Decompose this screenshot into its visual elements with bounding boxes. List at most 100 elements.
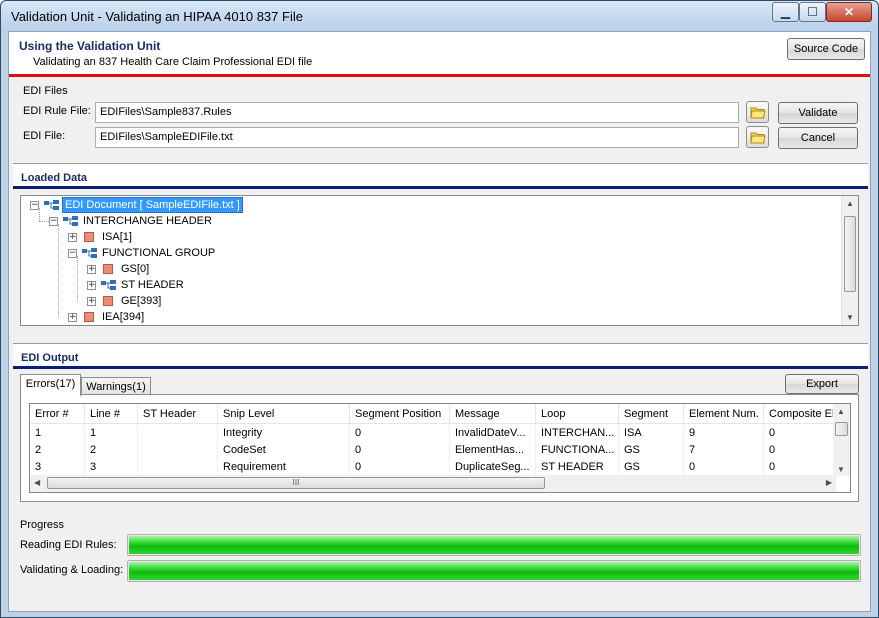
header-accent-line xyxy=(9,74,870,77)
title-bar[interactable]: Validation Unit - Validating an HIPAA 40… xyxy=(1,1,878,31)
maximize-button[interactable]: ☐ xyxy=(799,2,826,22)
column-header[interactable]: Message xyxy=(450,404,536,424)
tree-node-icon xyxy=(82,248,97,258)
table-cell: 0 xyxy=(350,459,450,476)
folder-icon xyxy=(750,132,766,144)
table-cell: ST HEADER xyxy=(536,459,619,476)
expand-icon[interactable]: + xyxy=(87,281,96,290)
scroll-left-icon[interactable]: ◀ xyxy=(34,478,40,487)
table-cell: 0 xyxy=(764,425,836,442)
folder-icon xyxy=(750,107,766,119)
edi-rule-file-input[interactable]: EDIFiles\Sample837.Rules xyxy=(95,102,739,123)
table-cell: 2 xyxy=(30,442,85,459)
edi-rule-file-label: EDI Rule File: xyxy=(23,105,91,117)
expand-icon[interactable]: + xyxy=(68,313,77,322)
table-cell: ElementHas... xyxy=(450,442,536,459)
minimize-button[interactable]: ▁ xyxy=(772,2,799,22)
edi-output-title: EDI Output xyxy=(21,352,79,364)
tree-item-label: GS[0] xyxy=(121,263,150,275)
errors-tab-panel: Error # Line # ST Header Snip Level Segm… xyxy=(20,394,859,502)
tree-vertical-scrollbar[interactable]: ▲ ▼ xyxy=(841,196,858,325)
validate-button[interactable]: Validate xyxy=(778,102,858,124)
column-header[interactable]: ST Header xyxy=(138,404,218,424)
progress-group-label: Progress xyxy=(20,519,65,531)
table-cell xyxy=(138,425,218,442)
segment-icon xyxy=(84,312,94,322)
scroll-thumb[interactable]: III xyxy=(47,477,545,489)
cancel-button[interactable]: Cancel xyxy=(778,127,858,149)
column-header[interactable]: Segment Position xyxy=(350,404,450,424)
table-cell: InvalidDateV... xyxy=(450,425,536,442)
table-cell: Integrity xyxy=(218,425,350,442)
loaded-data-tree[interactable]: − EDI Document [ SampleEDIFile.txt ] − I… xyxy=(20,195,859,326)
loaded-data-title: Loaded Data xyxy=(21,172,88,184)
column-header[interactable]: Segment xyxy=(619,404,684,424)
tree-item-label: EDI Document [ SampleEDIFile.txt ] xyxy=(62,197,243,213)
segment-icon xyxy=(103,296,113,306)
scroll-up-icon[interactable]: ▲ xyxy=(846,199,854,208)
grid-horizontal-scrollbar[interactable]: ◀ III ▶ xyxy=(30,475,836,492)
column-header[interactable]: Element Num. xyxy=(684,404,764,424)
tree-item-label: INTERCHANGE HEADER xyxy=(83,215,212,227)
collapse-icon[interactable]: − xyxy=(68,249,77,258)
table-cell: ISA xyxy=(619,425,684,442)
table-row[interactable]: 1 1 Integrity 0 InvalidDateV... INTERCHA… xyxy=(30,425,836,442)
table-cell: CodeSet xyxy=(218,442,350,459)
scroll-right-icon[interactable]: ▶ xyxy=(826,478,832,487)
reading-rules-label: Reading EDI Rules: xyxy=(20,539,117,551)
edi-output-header: EDI Output xyxy=(13,343,868,369)
browse-edi-file-button[interactable] xyxy=(746,126,769,148)
table-cell: GS xyxy=(619,459,684,476)
validating-loading-progress-bar xyxy=(127,560,861,582)
table-cell: 3 xyxy=(85,459,138,476)
expand-icon[interactable]: + xyxy=(68,233,77,242)
table-cell: 2 xyxy=(85,442,138,459)
column-header[interactable]: Error # xyxy=(30,404,85,424)
table-cell: 3 xyxy=(30,459,85,476)
table-row[interactable]: 3 3 Requirement 0 DuplicateSeg... ST HEA… xyxy=(30,459,836,476)
expand-icon[interactable]: + xyxy=(87,297,96,306)
table-cell xyxy=(138,442,218,459)
segment-icon xyxy=(84,232,94,242)
client-area: Using the Validation Unit Validating an … xyxy=(8,31,871,612)
errors-grid[interactable]: Error # Line # ST Header Snip Level Segm… xyxy=(29,403,851,493)
tree-item-label: ISA[1] xyxy=(102,231,132,243)
edi-file-label: EDI File: xyxy=(23,130,66,142)
scroll-thumb[interactable] xyxy=(844,216,856,292)
segment-icon xyxy=(103,264,113,274)
column-header[interactable]: Loop xyxy=(536,404,619,424)
scroll-down-icon[interactable]: ▼ xyxy=(837,465,845,474)
tree-item-label: GE[393] xyxy=(121,295,162,307)
table-cell xyxy=(138,459,218,476)
export-button[interactable]: Export xyxy=(785,374,859,394)
source-code-button[interactable]: Source Code xyxy=(787,38,865,60)
tree-node-icon xyxy=(44,200,59,210)
tree-connector xyxy=(39,208,40,221)
scroll-up-icon[interactable]: ▲ xyxy=(837,407,845,416)
scroll-thumb[interactable] xyxy=(835,422,848,436)
close-button[interactable]: ✕ xyxy=(826,2,872,22)
collapse-icon[interactable]: − xyxy=(30,201,39,210)
table-cell: 0 xyxy=(350,442,450,459)
expand-icon[interactable]: + xyxy=(87,265,96,274)
collapse-icon[interactable]: − xyxy=(49,217,58,226)
column-header[interactable]: Composite Ele xyxy=(764,404,836,424)
errors-grid-header: Error # Line # ST Header Snip Level Segm… xyxy=(30,404,836,424)
browse-rule-file-button[interactable] xyxy=(746,101,769,123)
tab-errors[interactable]: Errors(17) xyxy=(20,374,81,396)
validating-loading-label: Validating & Loading: xyxy=(20,564,124,576)
tree-node-icon xyxy=(63,216,78,226)
table-cell: FUNCTIONA... xyxy=(536,442,619,459)
grid-vertical-scrollbar[interactable]: ▲ ▼ xyxy=(833,404,850,476)
validation-unit-window: Validation Unit - Validating an HIPAA 40… xyxy=(0,0,879,618)
table-row[interactable]: 2 2 CodeSet 0 ElementHas... FUNCTIONA...… xyxy=(30,442,836,459)
table-cell: 9 xyxy=(684,425,764,442)
column-header[interactable]: Snip Level xyxy=(218,404,350,424)
edi-file-input[interactable]: EDIFiles\SampleEDIFile.txt xyxy=(95,127,739,148)
column-header[interactable]: Line # xyxy=(85,404,138,424)
tree-connector xyxy=(58,224,59,317)
scroll-down-icon[interactable]: ▼ xyxy=(846,313,854,322)
table-cell: 0 xyxy=(764,459,836,476)
tree-connector xyxy=(77,256,78,301)
window-title: Validation Unit - Validating an HIPAA 40… xyxy=(11,9,303,24)
